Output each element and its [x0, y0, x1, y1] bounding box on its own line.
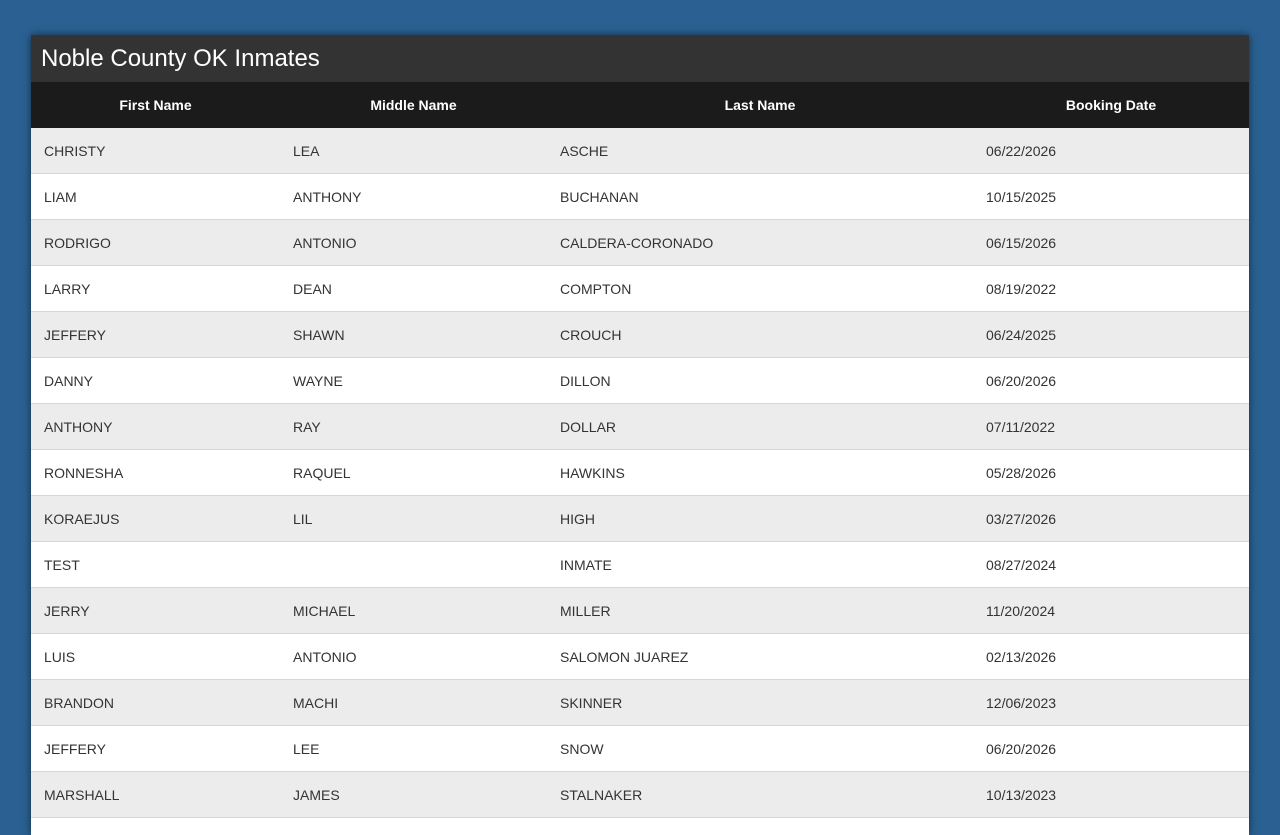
booking-date-cell: 12/06/2023	[973, 679, 1249, 726]
first-name-cell: TEST	[31, 541, 280, 588]
booking-date-cell: 06/20/2026	[973, 725, 1249, 772]
first-name-cell: JEFFERY	[31, 725, 280, 772]
last-name-cell: SKINNER	[547, 679, 973, 726]
last-name-cell: STALNAKER	[547, 771, 973, 818]
middle-name-cell: LEA	[280, 128, 547, 174]
middle-name-cell: JAMES	[280, 771, 547, 818]
table-row[interactable]: BRANDON MACHI SKINNER 12/06/2023	[31, 679, 1249, 726]
first-name-cell: ANTHONY	[31, 403, 280, 450]
table-row[interactable]: JEFFERY SHAWN CROUCH 06/24/2025	[31, 311, 1249, 358]
first-name-cell: LUIS	[31, 633, 280, 680]
last-name-cell: CROUCH	[547, 311, 973, 358]
middle-name-cell: ANTONIO	[280, 219, 547, 266]
first-name-cell: BRANDON	[31, 679, 280, 726]
booking-date-cell: 06/20/2026	[973, 357, 1249, 404]
inmates-table: First Name Middle Name Last Name Booking…	[31, 82, 1249, 818]
middle-name-cell: WAYNE	[280, 357, 547, 404]
table-row[interactable]: LIAM ANTHONY BUCHANAN 10/15/2025	[31, 173, 1249, 220]
middle-name-cell: MICHAEL	[280, 587, 547, 634]
middle-name-cell: MACHI	[280, 679, 547, 726]
column-header-first-name[interactable]: First Name	[31, 82, 280, 128]
booking-date-cell: 11/20/2024	[973, 587, 1249, 634]
last-name-cell: INMATE	[547, 541, 973, 588]
booking-date-cell: 06/24/2025	[973, 311, 1249, 358]
booking-date-cell: 07/11/2022	[973, 403, 1249, 450]
booking-date-cell: 10/13/2023	[973, 771, 1249, 818]
last-name-cell: COMPTON	[547, 265, 973, 312]
middle-name-cell: LIL	[280, 495, 547, 542]
table-body: CHRISTY LEA ASCHE 06/22/2026 LIAM ANTHONY BUCH…	[31, 128, 1249, 818]
first-name-cell: LIAM	[31, 173, 280, 220]
table-row[interactable]: LUIS ANTONIO SALOMON JUAREZ 02/13/2026	[31, 633, 1249, 680]
middle-name-cell: ANTHONY	[280, 173, 547, 220]
middle-name-cell: ANTONIO	[280, 633, 547, 680]
inmates-panel: Noble County OK Inmates First Name Middl…	[31, 35, 1249, 835]
column-header-last-name[interactable]: Last Name	[547, 82, 973, 128]
table-row[interactable]: RODRIGO ANTONIO CALDERA-CORONADO 06/15/2026	[31, 219, 1249, 266]
last-name-cell: SNOW	[547, 725, 973, 772]
first-name-cell: MARSHALL	[31, 771, 280, 818]
last-name-cell: MILLER	[547, 587, 973, 634]
middle-name-cell: DEAN	[280, 265, 547, 312]
table-row[interactable]: RONNESHA RAQUEL HAWKINS 05/28/2026	[31, 449, 1249, 496]
table-row[interactable]: ANTHONY RAY DOLLAR 07/11/2022	[31, 403, 1249, 450]
last-name-cell: HAWKINS	[547, 449, 973, 496]
last-name-cell: HIGH	[547, 495, 973, 542]
booking-date-cell: 08/27/2024	[973, 541, 1249, 588]
table-row[interactable]: JERRY MICHAEL MILLER 11/20/2024	[31, 587, 1249, 634]
table-row[interactable]: DANNY WAYNE DILLON 06/20/2026	[31, 357, 1249, 404]
last-name-cell: DILLON	[547, 357, 973, 404]
booking-date-cell: 10/15/2025	[973, 173, 1249, 220]
last-name-cell: SALOMON JUAREZ	[547, 633, 973, 680]
middle-name-cell: SHAWN	[280, 311, 547, 358]
table-row[interactable]: CHRISTY LEA ASCHE 06/22/2026	[31, 128, 1249, 174]
first-name-cell: RODRIGO	[31, 219, 280, 266]
table-header: First Name Middle Name Last Name Booking…	[31, 82, 1249, 128]
booking-date-cell: 02/13/2026	[973, 633, 1249, 680]
first-name-cell: JERRY	[31, 587, 280, 634]
booking-date-cell: 03/27/2026	[973, 495, 1249, 542]
first-name-cell: LARRY	[31, 265, 280, 312]
middle-name-cell: LEE	[280, 725, 547, 772]
middle-name-cell: RAY	[280, 403, 547, 450]
middle-name-cell: RAQUEL	[280, 449, 547, 496]
last-name-cell: ASCHE	[547, 128, 973, 174]
table-row[interactable]: TEST INMATE 08/27/2024	[31, 541, 1249, 588]
header-row: First Name Middle Name Last Name Booking…	[31, 82, 1249, 128]
booking-date-cell: 06/15/2026	[973, 219, 1249, 266]
column-header-booking-date[interactable]: Booking Date	[973, 82, 1249, 128]
first-name-cell: JEFFERY	[31, 311, 280, 358]
middle-name-cell	[280, 541, 547, 588]
first-name-cell: RONNESHA	[31, 449, 280, 496]
first-name-cell: KORAEJUS	[31, 495, 280, 542]
last-name-cell: BUCHANAN	[547, 173, 973, 220]
page-title: Noble County OK Inmates	[31, 35, 1249, 82]
booking-date-cell: 08/19/2022	[973, 265, 1249, 312]
last-name-cell: DOLLAR	[547, 403, 973, 450]
table-row[interactable]: MARSHALL JAMES STALNAKER 10/13/2023	[31, 771, 1249, 818]
booking-date-cell: 06/22/2026	[973, 128, 1249, 174]
table-row[interactable]: JEFFERY LEE SNOW 06/20/2026	[31, 725, 1249, 772]
booking-date-cell: 05/28/2026	[973, 449, 1249, 496]
last-name-cell: CALDERA-CORONADO	[547, 219, 973, 266]
table-row[interactable]: KORAEJUS LIL HIGH 03/27/2026	[31, 495, 1249, 542]
first-name-cell: DANNY	[31, 357, 280, 404]
table-row[interactable]: LARRY DEAN COMPTON 08/19/2022	[31, 265, 1249, 312]
first-name-cell: CHRISTY	[31, 128, 280, 174]
column-header-middle-name[interactable]: Middle Name	[280, 82, 547, 128]
